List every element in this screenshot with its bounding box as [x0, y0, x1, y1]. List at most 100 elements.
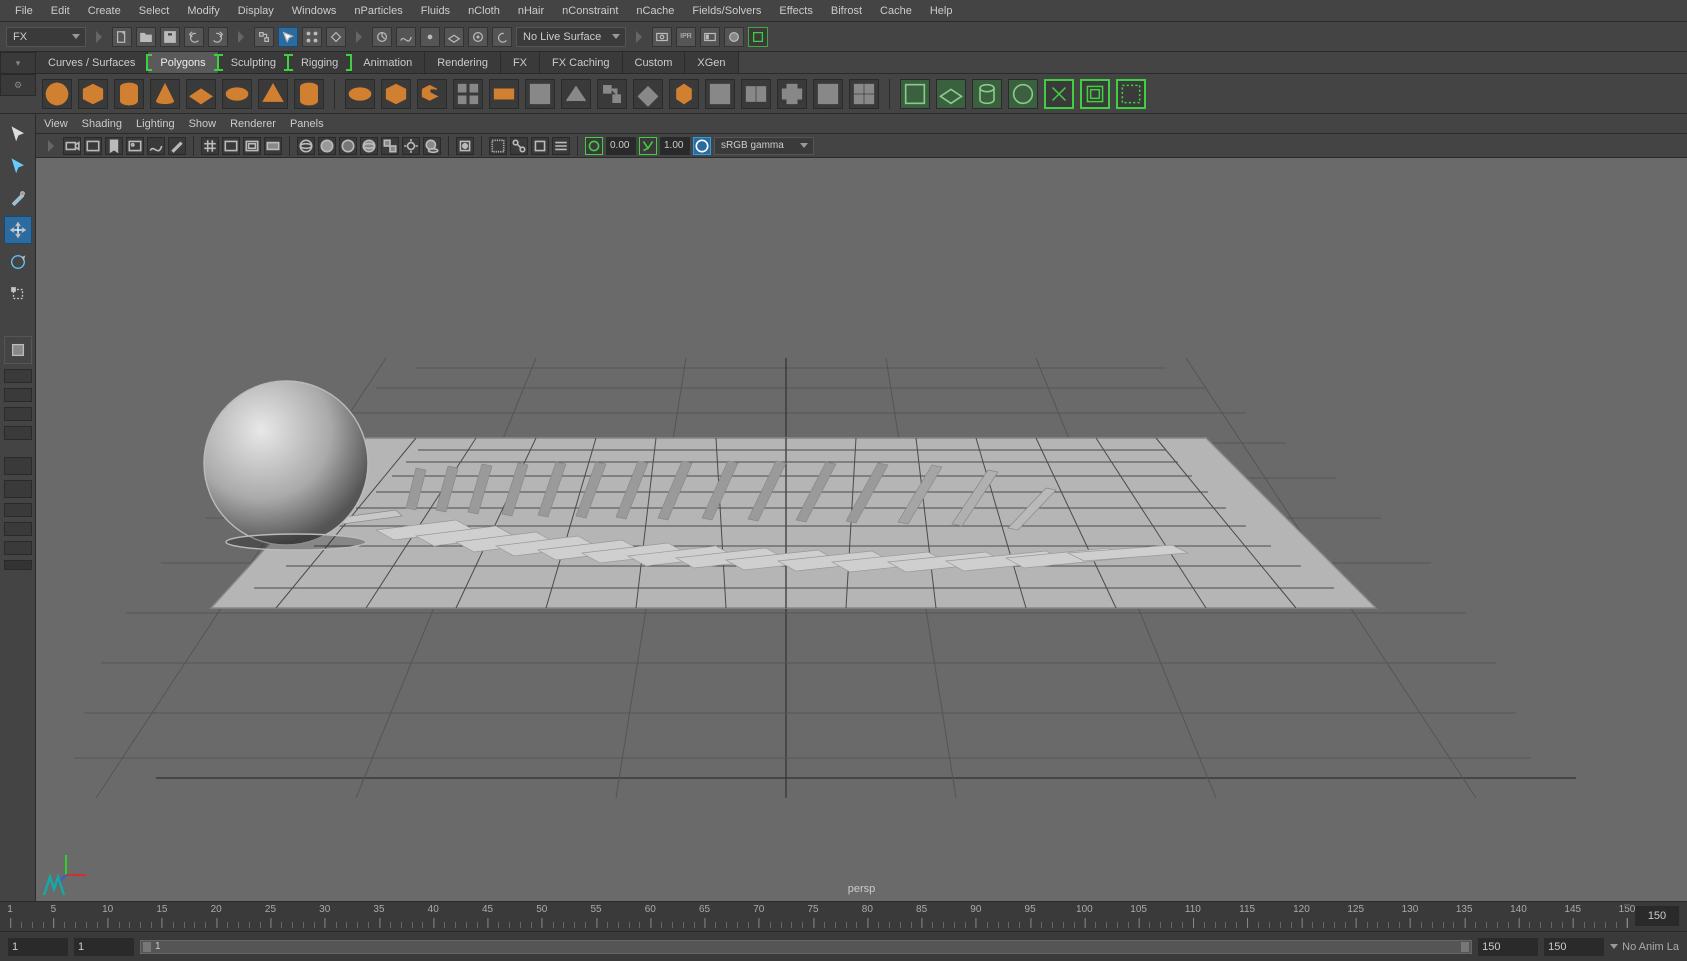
poly-pyramid-button[interactable]	[258, 79, 288, 109]
menu-windows[interactable]: Windows	[283, 2, 346, 20]
layout-two-h-button[interactable]	[4, 407, 32, 421]
shelf-options-button[interactable]: ⚙	[0, 74, 36, 96]
menu-nhair[interactable]: nHair	[509, 2, 553, 20]
poly-boolean-button[interactable]	[489, 79, 519, 109]
uv-editor-button[interactable]	[900, 79, 930, 109]
open-scene-button[interactable]	[136, 27, 156, 47]
poly-torus-button[interactable]	[222, 79, 252, 109]
playback-start-outer-field[interactable]: 1	[8, 938, 68, 956]
poly-combine-button[interactable]	[417, 79, 447, 109]
make-live-button[interactable]	[492, 27, 512, 47]
menu-select[interactable]: Select	[130, 2, 179, 20]
menu-display[interactable]: Display	[229, 2, 283, 20]
undo-button[interactable]	[184, 27, 204, 47]
select-mode-component-button[interactable]	[302, 27, 322, 47]
range-handle-right[interactable]	[1461, 942, 1469, 952]
bookmark-button[interactable]	[105, 137, 123, 155]
hypershade-button[interactable]	[724, 27, 744, 47]
select-by-type-button[interactable]	[326, 27, 346, 47]
menu-modify[interactable]: Modify	[178, 2, 228, 20]
sculpt-button[interactable]	[813, 79, 843, 109]
panel-menu-panels[interactable]: Panels	[290, 118, 324, 130]
exposure-toggle-button[interactable]	[585, 137, 603, 155]
outliner-toggle-button[interactable]	[4, 457, 32, 475]
shelf-tab-curves-surfaces[interactable]: Curves / Surfaces	[36, 52, 148, 73]
gamma-field[interactable]: 1.00	[660, 137, 690, 155]
poly-cylinder-button[interactable]	[114, 79, 144, 109]
colorspace-dropdown[interactable]: sRGB gamma	[714, 137, 814, 155]
gate-mask-button[interactable]	[264, 137, 282, 155]
scale-tool-button[interactable]	[4, 280, 32, 308]
textured-button[interactable]	[381, 137, 399, 155]
poly-mirror-button[interactable]	[741, 79, 771, 109]
use-all-lights-button[interactable]	[402, 137, 420, 155]
2d-pan-button[interactable]	[147, 137, 165, 155]
panel-menu-shading[interactable]: Shading	[82, 118, 122, 130]
grease-pencil-button[interactable]	[168, 137, 186, 155]
poly-separate-button[interactable]	[453, 79, 483, 109]
snap-point-button[interactable]	[420, 27, 440, 47]
wireframe-on-shaded-button[interactable]	[360, 137, 378, 155]
shelf-tab-sculpting[interactable]: Sculpting	[219, 52, 289, 73]
shelf-tab-xgen[interactable]: XGen	[685, 52, 738, 73]
poly-cone-button[interactable]	[150, 79, 180, 109]
menu-create[interactable]: Create	[79, 2, 130, 20]
panel-menu-show[interactable]: Show	[189, 118, 217, 130]
select-mode-hierarchy-button[interactable]	[254, 27, 274, 47]
playback-end-inner-field[interactable]: 150	[1478, 938, 1538, 956]
poly-type-button[interactable]	[345, 79, 375, 109]
poly-plane-button[interactable]	[186, 79, 216, 109]
menu-ncloth[interactable]: nCloth	[459, 2, 509, 20]
menu-file[interactable]: File	[6, 2, 42, 20]
quadraw-button[interactable]	[849, 79, 879, 109]
time-slider[interactable]: 1510152025303540455055606570758085909510…	[0, 901, 1687, 931]
shelf-menu-button[interactable]: ▾	[0, 52, 36, 74]
layout-two-v-button[interactable]	[4, 426, 32, 440]
isolate-select-button[interactable]	[456, 137, 474, 155]
persp-outliner-button[interactable]	[4, 480, 32, 498]
menu-bifrost[interactable]: Bifrost	[822, 2, 871, 20]
layout-single-button[interactable]	[4, 369, 32, 383]
resolution-gate-button[interactable]	[243, 137, 261, 155]
rotate-tool-button[interactable]	[4, 248, 32, 276]
poly-pipe-button[interactable]	[294, 79, 324, 109]
ipr-render-button[interactable]: IPR	[676, 27, 696, 47]
snap-grid-button[interactable]	[372, 27, 392, 47]
shelf-tab-fx-caching[interactable]: FX Caching	[540, 52, 622, 73]
poly-sphere-button[interactable]	[42, 79, 72, 109]
lock-camera-button[interactable]	[84, 137, 102, 155]
anim-layer-status[interactable]: No Anim La	[1610, 941, 1679, 953]
redo-button[interactable]	[208, 27, 228, 47]
xray-button[interactable]	[489, 137, 507, 155]
select-camera-button[interactable]	[63, 137, 81, 155]
panel-menu-renderer[interactable]: Renderer	[230, 118, 276, 130]
playback-start-inner-field[interactable]: 1	[74, 938, 134, 956]
menu-fluids[interactable]: Fluids	[412, 2, 459, 20]
poly-bevel-button[interactable]	[597, 79, 627, 109]
shelf-tab-custom[interactable]: Custom	[623, 52, 686, 73]
grid-toggle-button[interactable]	[201, 137, 219, 155]
uv-contour-button[interactable]	[1080, 79, 1110, 109]
shelf-tab-fx[interactable]: FX	[501, 52, 540, 73]
menu-ncache[interactable]: nCache	[627, 2, 683, 20]
range-slider[interactable]: 1	[140, 940, 1472, 954]
select-mode-object-button[interactable]	[278, 27, 298, 47]
last-tool-button[interactable]	[4, 336, 32, 364]
snap-live-button[interactable]	[468, 27, 488, 47]
layout-four-button[interactable]	[4, 388, 32, 402]
exposure-field[interactable]: 0.00	[606, 137, 636, 155]
smooth-shade-button[interactable]	[318, 137, 336, 155]
uv-planar-button[interactable]	[936, 79, 966, 109]
paint-select-tool-button[interactable]	[4, 184, 32, 212]
menu-effects[interactable]: Effects	[770, 2, 821, 20]
workspace-dropdown[interactable]: FX	[6, 27, 86, 47]
panel-collapse-button[interactable]	[4, 560, 32, 570]
select-tool-button[interactable]	[4, 120, 32, 148]
menu-nparticles[interactable]: nParticles	[345, 2, 411, 20]
uv-auto-button[interactable]	[1044, 79, 1074, 109]
hypershade-toggle-button[interactable]	[4, 503, 32, 517]
multicut-button[interactable]	[633, 79, 663, 109]
component-editor-button[interactable]	[4, 541, 32, 555]
poly-extrude-button[interactable]	[525, 79, 555, 109]
image-plane-button[interactable]	[126, 137, 144, 155]
